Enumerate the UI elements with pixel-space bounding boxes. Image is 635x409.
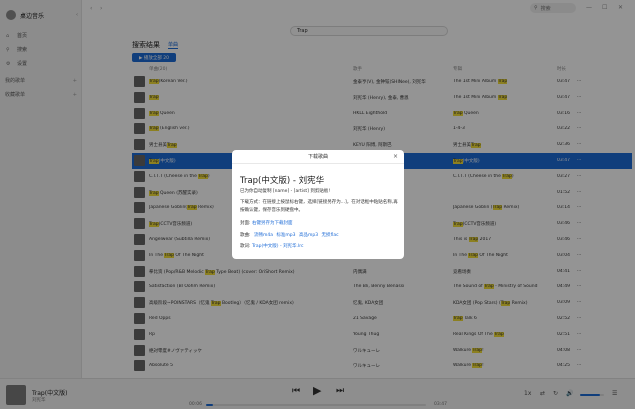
cover-label: 封面: — [240, 221, 251, 226]
link-mp3-standard[interactable]: 标准mp3 — [276, 233, 295, 238]
lyric-row: 歌词: Trap(中文版) - 刘宪华.lrc — [240, 243, 398, 251]
cover-row: 封面: 右键另存为下载封面 — [240, 220, 398, 228]
dialog-title: Trap(中文版) - 刘宪华 — [240, 176, 325, 186]
link-flac[interactable]: 无损flac — [322, 233, 339, 238]
divider — [232, 163, 404, 164]
link-m4a[interactable]: 流畅m4a — [254, 233, 273, 238]
cover-download-link[interactable]: 右键另存为下载封面 — [252, 221, 293, 226]
dialog-header: 下载歌曲 — [307, 154, 328, 160]
download-dialog: 下载歌曲 × Trap(中文版) - 刘宪华 已为你自动复制 [name] - … — [232, 150, 404, 259]
clipboard-notice: 已为你自动复制 [name] - [artist] 到剪贴板! — [240, 189, 331, 194]
close-icon[interactable]: × — [393, 153, 398, 160]
lyric-label: 歌词: — [240, 244, 251, 249]
lyric-download-link[interactable]: Trap(中文版) - 刘宪华.lrc — [252, 244, 303, 249]
song-label: 歌曲: — [240, 233, 251, 238]
download-instructions: 下载方式：在链接上按鼠标右键，选择[链接另存为...]，在对话框中粘贴名称,再按… — [240, 200, 398, 213]
song-row: 歌曲: 流畅m4a 标准mp3 高品mp3 无损flac — [240, 232, 398, 240]
link-mp3-high[interactable]: 高品mp3 — [299, 233, 318, 238]
